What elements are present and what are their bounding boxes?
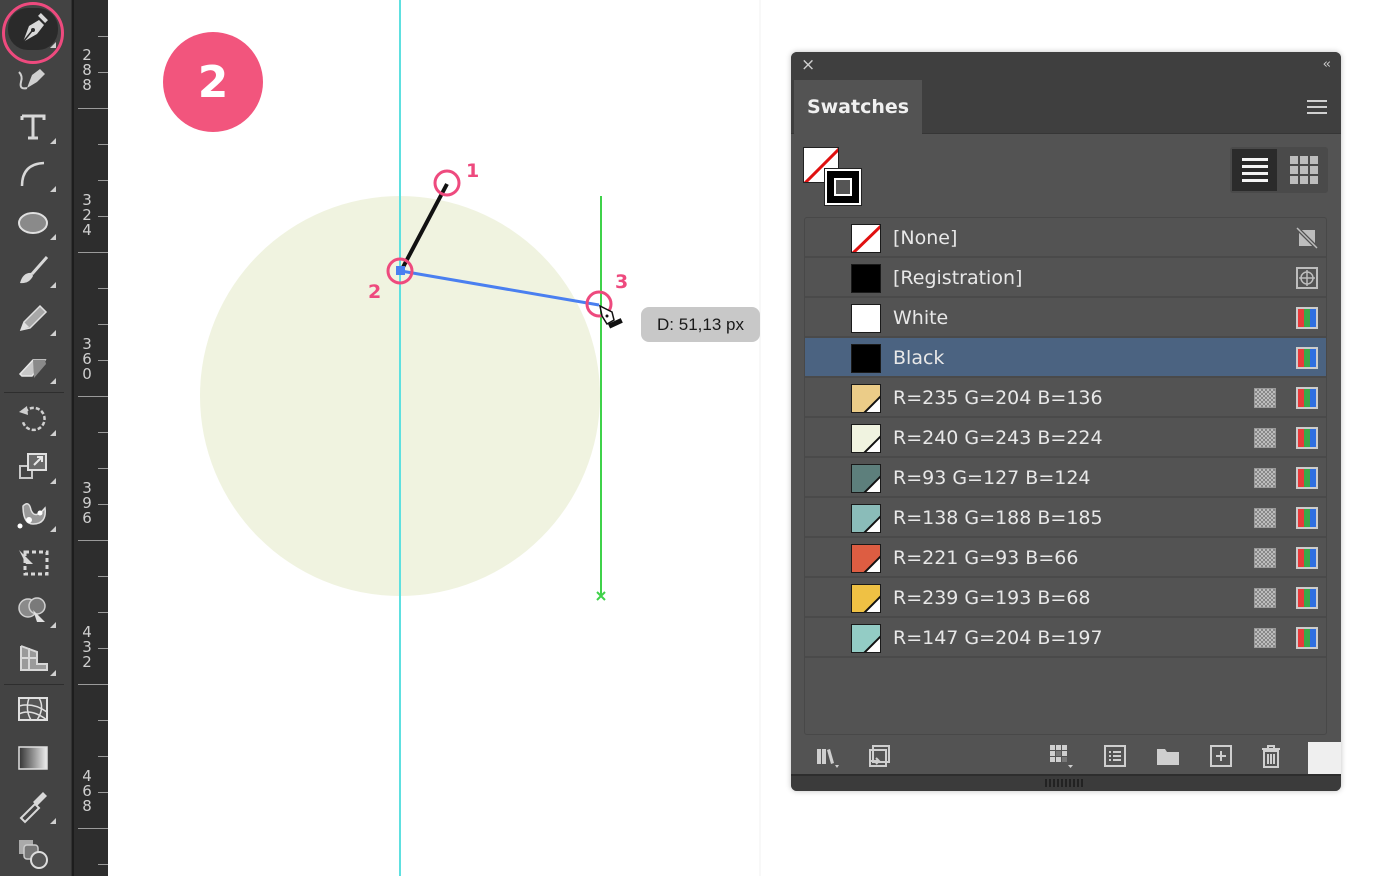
view-toggle bbox=[1230, 147, 1328, 193]
swatch-color-chip bbox=[851, 624, 881, 653]
point-1-highlight bbox=[433, 169, 461, 197]
global-swatch-icon bbox=[1254, 508, 1276, 528]
swatch-row[interactable]: R=93 G=127 B=124 bbox=[805, 458, 1326, 498]
swatch-name: R=221 G=93 B=66 bbox=[893, 547, 1079, 569]
panel-menu-icon[interactable] bbox=[1307, 100, 1327, 114]
global-swatch-icon bbox=[1254, 468, 1276, 488]
rgb-mode-icon bbox=[1296, 347, 1318, 369]
swatch-name: R=93 G=127 B=124 bbox=[893, 467, 1091, 489]
swatch-kinds-icon bbox=[1050, 745, 1073, 768]
swatch-name: [Registration] bbox=[893, 267, 1023, 289]
swatch-row[interactable]: R=239 G=193 B=68 bbox=[805, 578, 1326, 618]
swatch-options-icon bbox=[1104, 745, 1126, 767]
registration-icon bbox=[1296, 267, 1318, 289]
global-swatch-icon bbox=[1254, 428, 1276, 448]
libraries-icon bbox=[817, 749, 839, 768]
list-view-button[interactable] bbox=[1232, 149, 1277, 191]
new-swatch-button[interactable] bbox=[1207, 742, 1235, 770]
place-in-library-icon bbox=[869, 745, 890, 767]
global-swatch-icon bbox=[1254, 548, 1276, 568]
swatch-name: R=240 G=243 B=224 bbox=[893, 427, 1103, 449]
swatch-color-chip bbox=[851, 344, 881, 373]
swatch-row[interactable]: R=240 G=243 B=224 bbox=[805, 418, 1326, 458]
global-swatch-icon bbox=[1254, 388, 1276, 408]
folder-icon bbox=[1157, 749, 1179, 765]
swatch-color-chip bbox=[851, 504, 881, 533]
global-swatch-icon bbox=[1254, 628, 1276, 648]
resize-grip-icon[interactable] bbox=[1045, 779, 1085, 787]
close-panel-button[interactable]: × bbox=[801, 57, 815, 74]
panel-title-bar[interactable]: × ‹‹ bbox=[791, 52, 1341, 80]
swatch-name: R=235 G=204 B=136 bbox=[893, 387, 1103, 409]
panel-tab-bar: Swatches bbox=[791, 80, 1341, 134]
swatch-list[interactable]: [None] [Registration] White Black R=235 G=20… bbox=[804, 217, 1327, 735]
swatch-row[interactable]: R=221 G=93 B=66 bbox=[805, 538, 1326, 578]
stroke-swatch[interactable] bbox=[824, 168, 862, 206]
swatch-color-chip bbox=[851, 464, 881, 493]
swatch-row[interactable]: White bbox=[805, 298, 1326, 338]
new-swatch-icon bbox=[1210, 745, 1232, 767]
trash-icon bbox=[1262, 745, 1280, 768]
panel-bottom-toolbar bbox=[791, 736, 1341, 776]
swatch-name: [None] bbox=[893, 227, 958, 249]
panel-resize-bar[interactable] bbox=[791, 774, 1341, 791]
swatch-name: R=239 G=193 B=68 bbox=[893, 587, 1091, 609]
swatch-color-chip bbox=[851, 224, 881, 253]
collapse-panel-button[interactable]: ‹‹ bbox=[1323, 58, 1332, 71]
swatch-row[interactable]: [Registration] bbox=[805, 258, 1326, 298]
new-color-group-button[interactable] bbox=[1154, 742, 1182, 770]
rgb-mode-icon bbox=[1296, 547, 1318, 569]
rgb-mode-icon bbox=[1296, 467, 1318, 489]
swatch-color-chip bbox=[851, 384, 881, 413]
swatch-options-button[interactable] bbox=[1101, 742, 1129, 770]
thumbnail-view-button[interactable] bbox=[1282, 149, 1326, 191]
illustrator-workspace: 288 324 360 396 432 468 2 1 2 3 D: 51,13… bbox=[0, 0, 1400, 876]
swatch-color-chip bbox=[851, 424, 881, 453]
swatch-row[interactable]: R=147 G=204 B=197 bbox=[805, 618, 1326, 658]
rgb-mode-icon bbox=[1296, 427, 1318, 449]
swatches-panel: × ‹‹ Swatches [None] [Registration] White B… bbox=[791, 52, 1341, 791]
swatch-libraries-menu-button[interactable] bbox=[813, 742, 841, 770]
swatch-row[interactable]: R=235 G=204 B=136 bbox=[805, 378, 1326, 418]
swatch-name: R=138 G=188 B=185 bbox=[893, 507, 1103, 529]
fill-stroke-indicator[interactable] bbox=[803, 147, 865, 207]
panel-corner-swatch bbox=[1308, 742, 1341, 774]
rgb-mode-icon bbox=[1296, 307, 1318, 329]
pen-cursor-icon bbox=[598, 304, 623, 329]
show-swatch-kinds-button[interactable] bbox=[1047, 742, 1075, 770]
point-label-3: 3 bbox=[615, 271, 629, 293]
distance-tooltip: D: 51,13 px bbox=[641, 307, 760, 342]
rgb-mode-icon bbox=[1296, 387, 1318, 409]
no-edit-icon bbox=[1295, 226, 1319, 250]
tab-swatches[interactable]: Swatches bbox=[794, 80, 922, 134]
swatch-color-chip bbox=[851, 304, 881, 333]
step-number-badge: 2 bbox=[163, 32, 263, 132]
swatch-color-chip bbox=[851, 264, 881, 293]
swatch-color-chip bbox=[851, 584, 881, 613]
swatch-row[interactable]: R=138 G=188 B=185 bbox=[805, 498, 1326, 538]
swatch-row[interactable]: Black bbox=[805, 338, 1326, 378]
delete-swatch-button[interactable] bbox=[1257, 742, 1285, 770]
swatch-color-chip bbox=[851, 544, 881, 573]
swatch-name: Black bbox=[893, 347, 945, 369]
swatch-name: White bbox=[893, 307, 949, 329]
rgb-mode-icon bbox=[1296, 627, 1318, 649]
swatch-name: R=147 G=204 B=197 bbox=[893, 627, 1103, 649]
swatch-row[interactable]: [None] bbox=[805, 218, 1326, 258]
global-swatch-icon bbox=[1254, 588, 1276, 608]
point-label-2: 2 bbox=[368, 281, 382, 303]
rgb-mode-icon bbox=[1296, 587, 1318, 609]
point-label-1: 1 bbox=[466, 160, 480, 182]
rgb-mode-icon bbox=[1296, 507, 1318, 529]
anchor-point[interactable] bbox=[396, 266, 405, 275]
add-to-library-button[interactable] bbox=[866, 742, 894, 770]
